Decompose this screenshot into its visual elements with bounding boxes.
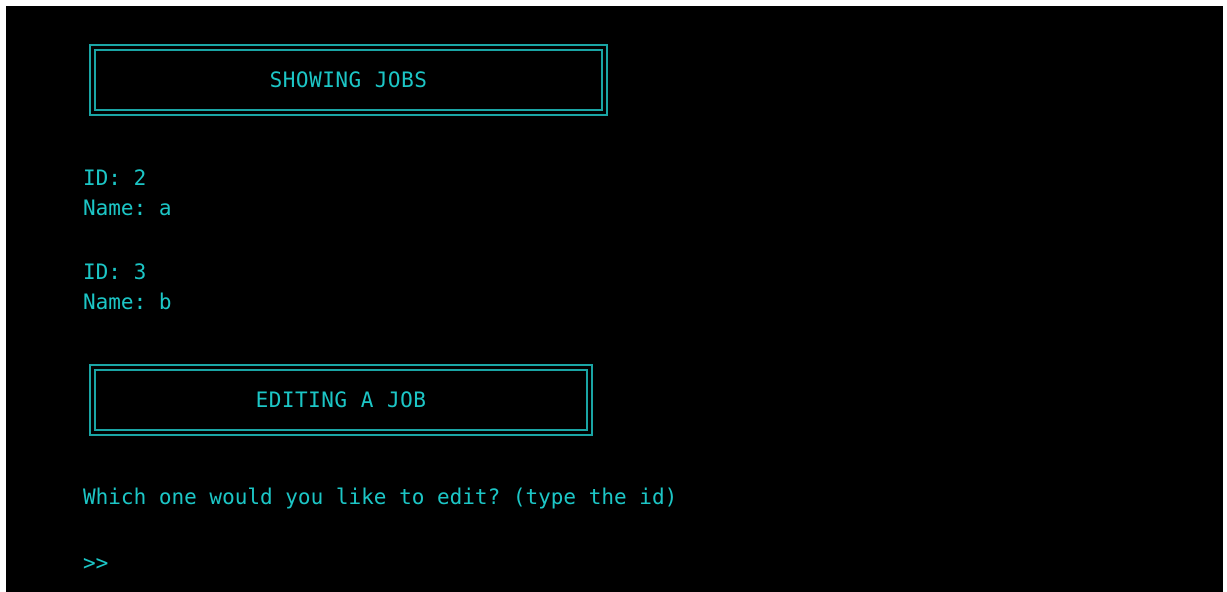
- job-name-line: Name: b: [83, 290, 172, 314]
- editing-job-banner: EDITING A JOB: [89, 364, 593, 436]
- terminal-window[interactable]: SHOWING JOBS ID: 2 Name: a ID: 3 Name: b…: [6, 6, 1223, 592]
- showing-jobs-banner: SHOWING JOBS: [89, 44, 608, 116]
- job-id-line: ID: 3: [83, 260, 147, 284]
- job-name-line: Name: a: [83, 196, 172, 220]
- showing-jobs-title: SHOWING JOBS: [94, 49, 603, 111]
- editing-job-title: EDITING A JOB: [94, 369, 588, 431]
- job-id-line: ID: 2: [83, 166, 147, 190]
- edit-prompt-question: Which one would you like to edit? (type …: [83, 485, 678, 509]
- input-prompt-cursor[interactable]: >>: [83, 548, 108, 578]
